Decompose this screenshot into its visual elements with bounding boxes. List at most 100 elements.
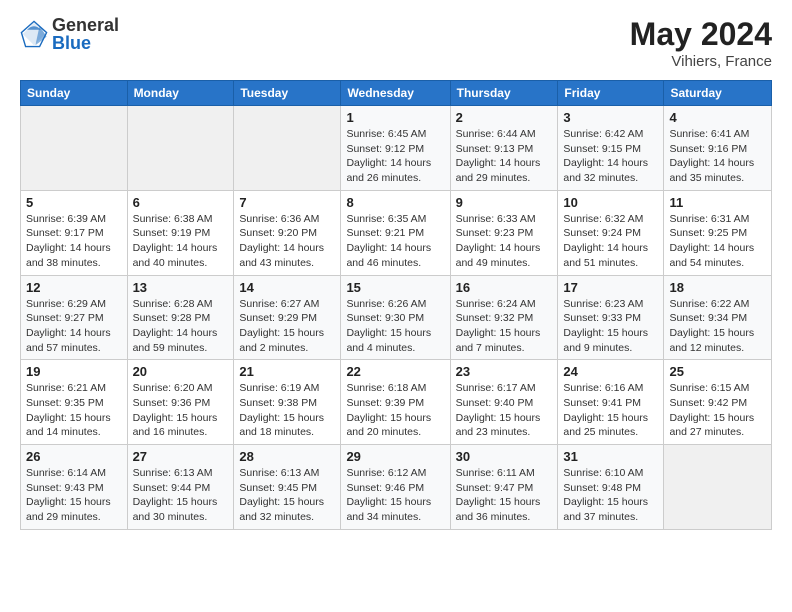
col-friday: Friday — [558, 81, 664, 106]
logo: General Blue — [20, 16, 119, 52]
calendar-cell: 22 Sunrise: 6:18 AMSunset: 9:39 PMDayligh… — [341, 360, 450, 445]
calendar-week-row: 19Sunrise: 6:21 AMSunset: 9:35 PMDayligh… — [21, 360, 772, 445]
calendar-cell: 31 Sunrise: 6:10 AMSunset: 9:48 PMDayligh… — [558, 445, 664, 530]
col-tuesday: Tuesday — [234, 81, 341, 106]
day-number: 27 — [133, 449, 229, 464]
day-number: 28 — [239, 449, 335, 464]
day-info: Sunrise: 6:32 AMSunset: 9:24 PMDaylight:… — [563, 212, 658, 271]
day-number: 7 — [239, 195, 335, 210]
day-info: Sunrise: 6:10 AMSunset: 9:48 PMDaylight:… — [563, 466, 658, 525]
day-info: Sunrise: 6:28 AMSunset: 9:28 PMDaylight:… — [133, 297, 229, 356]
day-number: 31 — [563, 449, 658, 464]
calendar-cell: 13 Sunrise: 6:28 AMSunset: 9:28 PMDayligh… — [127, 275, 234, 360]
day-number: 9 — [456, 195, 553, 210]
day-info: Sunrise: 6:35 AMSunset: 9:21 PMDaylight:… — [346, 212, 444, 271]
calendar-cell: 6Sunrise: 6:38 AMSunset: 9:19 PMDaylight… — [127, 190, 234, 275]
calendar-cell: 24 Sunrise: 6:16 AMSunset: 9:41 PMDayligh… — [558, 360, 664, 445]
calendar-cell: 2Sunrise: 6:44 AMSunset: 9:13 PMDaylight… — [450, 106, 558, 191]
day-number: 8 — [346, 195, 444, 210]
day-number: 14 — [239, 280, 335, 295]
calendar: Sunday Monday Tuesday Wednesday Thursday… — [20, 80, 772, 530]
day-number: 1 — [346, 110, 444, 125]
calendar-cell: 10 Sunrise: 6:32 AMSunset: 9:24 PMDayligh… — [558, 190, 664, 275]
calendar-cell: 28Sunrise: 6:13 AMSunset: 9:45 PMDayligh… — [234, 445, 341, 530]
day-number: 12 — [26, 280, 122, 295]
day-number: 24 — [563, 364, 658, 379]
day-number: 10 — [563, 195, 658, 210]
day-number: 25 — [669, 364, 766, 379]
col-saturday: Saturday — [664, 81, 772, 106]
calendar-cell: 1Sunrise: 6:45 AMSunset: 9:12 PMDaylight… — [341, 106, 450, 191]
col-wednesday: Wednesday — [341, 81, 450, 106]
day-number: 17 — [563, 280, 658, 295]
day-info: Sunrise: 6:14 AMSunset: 9:43 PMDaylight:… — [26, 466, 122, 525]
day-number: 18 — [669, 280, 766, 295]
logo-blue: Blue — [52, 34, 119, 52]
subtitle: Vihiers, France — [630, 53, 772, 70]
day-info: Sunrise: 6:19 AMSunset: 9:38 PMDaylight:… — [239, 381, 335, 440]
calendar-cell: 5Sunrise: 6:39 AMSunset: 9:17 PMDaylight… — [21, 190, 128, 275]
day-info: Sunrise: 6:41 AMSunset: 9:16 PMDaylight:… — [669, 127, 766, 186]
calendar-cell: 18 Sunrise: 6:22 AMSunset: 9:34 PMDayligh… — [664, 275, 772, 360]
calendar-cell: 7 Sunrise: 6:36 AMSunset: 9:20 PMDaylight… — [234, 190, 341, 275]
day-info: Sunrise: 6:31 AMSunset: 9:25 PMDaylight:… — [669, 212, 766, 271]
col-thursday: Thursday — [450, 81, 558, 106]
col-monday: Monday — [127, 81, 234, 106]
logo-text: General Blue — [52, 16, 119, 52]
day-info: Sunrise: 6:17 AMSunset: 9:40 PMDaylight:… — [456, 381, 553, 440]
day-info: Sunrise: 6:33 AMSunset: 9:23 PMDaylight:… — [456, 212, 553, 271]
calendar-cell: 11 Sunrise: 6:31 AMSunset: 9:25 PMDayligh… — [664, 190, 772, 275]
day-number: 4 — [669, 110, 766, 125]
day-number: 26 — [26, 449, 122, 464]
title-block: May 2024 Vihiers, France — [630, 16, 772, 70]
day-number: 6 — [133, 195, 229, 210]
day-number: 19 — [26, 364, 122, 379]
day-info: Sunrise: 6:12 AMSunset: 9:46 PMDaylight:… — [346, 466, 444, 525]
day-info: Sunrise: 6:20 AMSunset: 9:36 PMDaylight:… — [133, 381, 229, 440]
calendar-cell — [21, 106, 128, 191]
day-info: Sunrise: 6:22 AMSunset: 9:34 PMDaylight:… — [669, 297, 766, 356]
col-sunday: Sunday — [21, 81, 128, 106]
day-number: 2 — [456, 110, 553, 125]
day-number: 3 — [563, 110, 658, 125]
day-info: Sunrise: 6:26 AMSunset: 9:30 PMDaylight:… — [346, 297, 444, 356]
day-info: Sunrise: 6:16 AMSunset: 9:41 PMDaylight:… — [563, 381, 658, 440]
day-info: Sunrise: 6:29 AMSunset: 9:27 PMDaylight:… — [26, 297, 122, 356]
day-number: 11 — [669, 195, 766, 210]
day-info: Sunrise: 6:42 AMSunset: 9:15 PMDaylight:… — [563, 127, 658, 186]
day-info: Sunrise: 6:11 AMSunset: 9:47 PMDaylight:… — [456, 466, 553, 525]
day-number: 22 — [346, 364, 444, 379]
day-info: Sunrise: 6:23 AMSunset: 9:33 PMDaylight:… — [563, 297, 658, 356]
logo-icon — [20, 20, 48, 48]
calendar-cell: 4 Sunrise: 6:41 AMSunset: 9:16 PMDaylight… — [664, 106, 772, 191]
day-number: 16 — [456, 280, 553, 295]
main-title: May 2024 — [630, 16, 772, 53]
day-number: 23 — [456, 364, 553, 379]
calendar-week-row: 12 Sunrise: 6:29 AMSunset: 9:27 PMDayligh… — [21, 275, 772, 360]
calendar-cell: 20 Sunrise: 6:20 AMSunset: 9:36 PMDayligh… — [127, 360, 234, 445]
day-info: Sunrise: 6:13 AMSunset: 9:44 PMDaylight:… — [133, 466, 229, 525]
calendar-header-row: Sunday Monday Tuesday Wednesday Thursday… — [21, 81, 772, 106]
day-info: Sunrise: 6:27 AMSunset: 9:29 PMDaylight:… — [239, 297, 335, 356]
calendar-cell — [664, 445, 772, 530]
calendar-cell: 12 Sunrise: 6:29 AMSunset: 9:27 PMDayligh… — [21, 275, 128, 360]
day-number: 13 — [133, 280, 229, 295]
calendar-cell: 8 Sunrise: 6:35 AMSunset: 9:21 PMDaylight… — [341, 190, 450, 275]
day-info: Sunrise: 6:18 AMSunset: 9:39 PMDaylight:… — [346, 381, 444, 440]
day-number: 29 — [346, 449, 444, 464]
calendar-cell: 17 Sunrise: 6:23 AMSunset: 9:33 PMDayligh… — [558, 275, 664, 360]
day-info: Sunrise: 6:15 AMSunset: 9:42 PMDaylight:… — [669, 381, 766, 440]
calendar-cell — [127, 106, 234, 191]
calendar-cell — [234, 106, 341, 191]
calendar-cell: 3 Sunrise: 6:42 AMSunset: 9:15 PMDaylight… — [558, 106, 664, 191]
calendar-cell: 25 Sunrise: 6:15 AMSunset: 9:42 PMDayligh… — [664, 360, 772, 445]
day-number: 20 — [133, 364, 229, 379]
day-info: Sunrise: 6:36 AMSunset: 9:20 PMDaylight:… — [239, 212, 335, 271]
day-number: 30 — [456, 449, 553, 464]
calendar-week-row: 5Sunrise: 6:39 AMSunset: 9:17 PMDaylight… — [21, 190, 772, 275]
day-info: Sunrise: 6:39 AMSunset: 9:17 PMDaylight:… — [26, 212, 122, 271]
calendar-cell: 19Sunrise: 6:21 AMSunset: 9:35 PMDayligh… — [21, 360, 128, 445]
calendar-cell: 26 Sunrise: 6:14 AMSunset: 9:43 PMDayligh… — [21, 445, 128, 530]
calendar-cell: 27 Sunrise: 6:13 AMSunset: 9:44 PMDayligh… — [127, 445, 234, 530]
calendar-cell: 15Sunrise: 6:26 AMSunset: 9:30 PMDayligh… — [341, 275, 450, 360]
